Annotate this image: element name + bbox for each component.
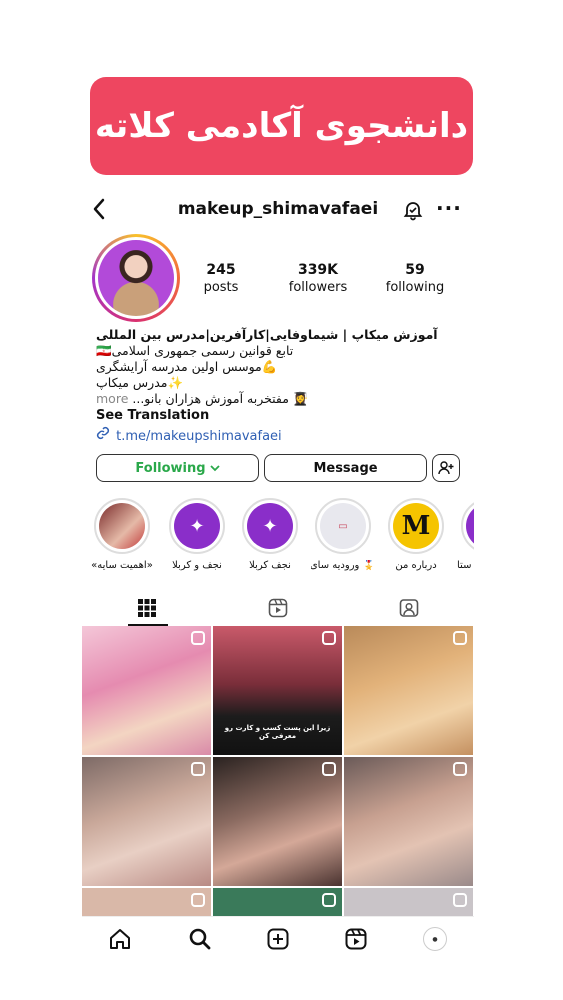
tab-tagged[interactable] [344,590,474,626]
highlight-item[interactable]: «اهمیت سایه» [90,498,154,571]
highlight-item[interactable]: M درباره من [384,498,448,571]
highlight-label: درباره من [395,560,437,571]
following-label: Following [135,460,206,476]
post-thumbnail[interactable]: زیرا این پست کسب و کارت رو معرفی کن [213,626,342,755]
avatar-image [98,240,174,316]
search-icon[interactable] [186,925,214,953]
instagram-profile-screen: makeup_shimavafaei ··· 245 posts 339K fo… [82,182,474,962]
bell-icon[interactable] [402,199,424,221]
home-icon[interactable] [106,925,134,953]
bio-line-3: ✨مدرس میکاپ [96,375,184,390]
post-thumbnail[interactable] [344,626,473,755]
stat-following[interactable]: 59 following [375,262,455,295]
highlight-item[interactable]: ستا [457,498,474,571]
profile-avatar[interactable] [92,234,180,322]
reel-icon [322,762,336,776]
reels-icon [268,598,288,618]
post-thumbnail[interactable] [82,626,211,755]
reel-icon [191,631,205,645]
story-highlights: «اهمیت سایه» ✦ نجف و کربلا ✦ نجف کربلا ▭… [82,498,474,578]
post-thumbnail[interactable] [213,888,342,916]
highlight-label: 🎖️ ورودیه سای... [311,560,375,571]
profile-bio: آموزش میکاپ | شیماوفایی|کارآفرین|مدرس بی… [96,327,466,445]
reel-icon [453,762,467,776]
highlight-cover [99,503,145,549]
reel-icon [191,893,205,907]
post-caption-overlay: زیرا این پست کسب و کارت رو معرفی کن [224,724,331,740]
chevron-down-icon [209,461,220,476]
post-thumbnail[interactable] [344,757,473,886]
post-thumbnail[interactable] [344,888,473,916]
bio-link-text: t.me/makeupshimavafaei [116,429,282,444]
profile-tabs [82,590,474,626]
highlight-item[interactable]: ✦ نجف و کربلا [165,498,229,571]
post-thumbnail[interactable] [82,757,211,886]
carousel-icon [453,631,467,645]
highlight-item[interactable]: ▭ 🎖️ ورودیه سای... [311,498,375,571]
stat-followers[interactable]: 339K followers [278,262,358,295]
posts-count: 245 [206,262,236,278]
bottom-nav: ● [82,916,474,962]
posts-label: posts [203,280,239,295]
reel-icon [322,631,336,645]
add-user-button[interactable] [432,454,460,482]
letter-m-icon: M [393,503,439,549]
message-button[interactable]: Message [264,454,427,482]
following-label: following [385,280,445,295]
post-thumbnail[interactable] [213,757,342,886]
see-translation-link[interactable]: See Translation [96,408,466,424]
tab-reels[interactable] [213,590,343,626]
following-count: 59 [405,262,425,278]
bio-line-4: 👩‍🎓 مفتخربه آموزش هزاران بانو... [132,391,309,406]
link-icon [96,426,112,445]
highlight-cover [466,503,474,549]
highlight-label: ستا [457,560,472,571]
promo-banner: دانشجوی آکادمی کلاته [90,77,473,175]
profile-nav-avatar[interactable]: ● [421,925,449,953]
highlight-label: نجف کربلا [249,560,291,571]
document-icon: ▭ [320,503,366,549]
reel-icon [322,893,336,907]
highlight-item[interactable]: ✦ نجف کربلا [238,498,302,571]
post-thumbnail[interactable] [82,888,211,916]
highlight-label: «اهمیت سایه» [91,560,153,571]
more-options-icon[interactable]: ··· [436,196,462,220]
grid-icon [138,599,156,617]
followers-label: followers [288,280,348,295]
top-bar: makeup_shimavafaei ··· [82,196,474,226]
highlight-label: نجف و کربلا [172,560,222,571]
reel-icon [453,893,467,907]
bio-line-2: 💪موسس اولین مدرسه آرایشگری [96,359,278,374]
bio-line-1: 🇮🇷تابع قوانین رسمی جمهوری اسلامی [96,343,294,358]
profile-avatar-icon: ● [423,927,447,951]
tab-grid[interactable] [82,590,212,626]
stat-posts[interactable]: 245 posts [181,262,261,295]
tagged-icon [399,599,419,617]
profile-display-name: آموزش میکاپ | شیماوفایی|کارآفرین|مدرس بی… [96,327,438,342]
bio-link[interactable]: t.me/makeupshimavafaei [96,426,466,445]
create-icon[interactable] [264,925,292,953]
following-button[interactable]: Following [96,454,259,482]
posts-grid: زیرا این پست کسب و کارت رو معرفی کن [82,626,474,916]
reel-icon [191,762,205,776]
followers-count: 339K [297,262,339,278]
shrine-icon: ✦ [174,503,220,549]
add-user-icon [438,461,454,475]
shrine-icon: ✦ [247,503,293,549]
reels-nav-icon[interactable] [342,925,370,953]
more-link[interactable]: more [96,391,128,406]
